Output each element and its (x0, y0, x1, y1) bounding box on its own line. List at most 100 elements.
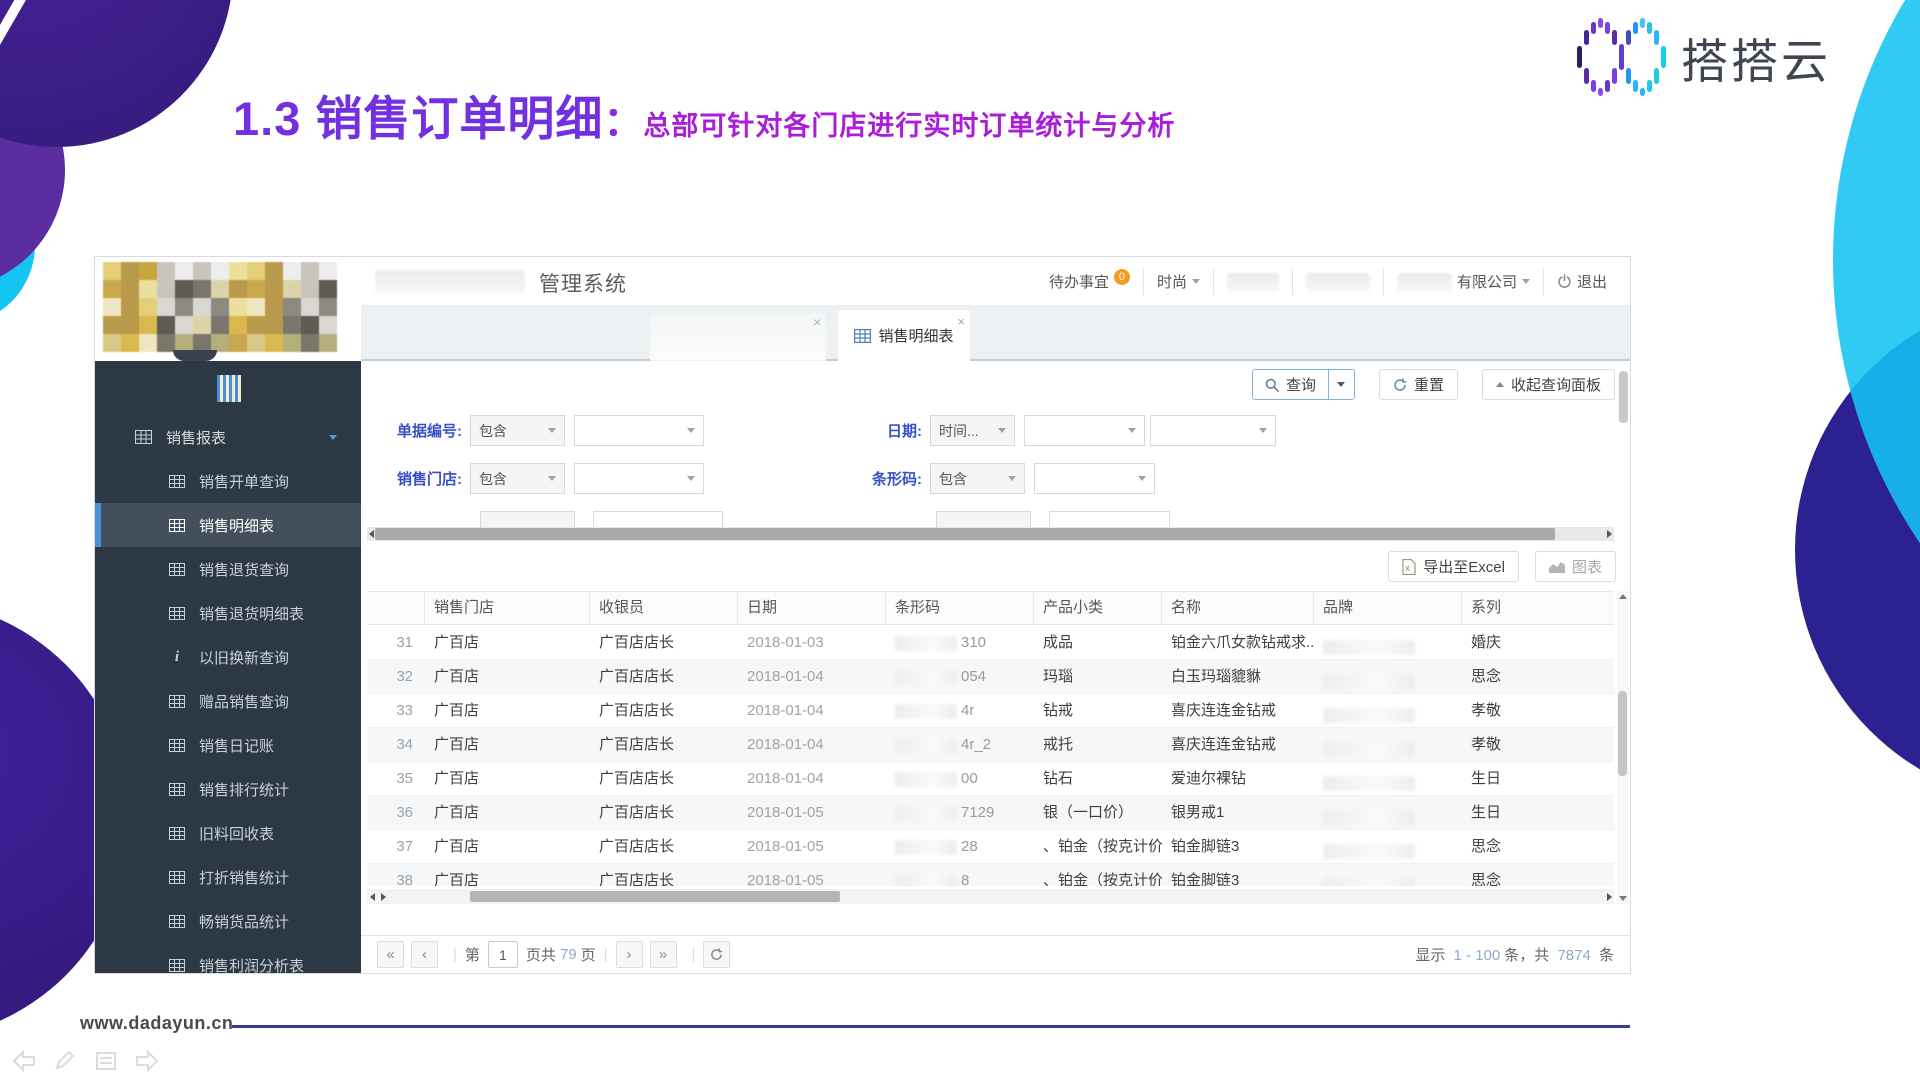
col-header-category[interactable]: 产品小类 (1034, 592, 1162, 624)
sidebar-item[interactable]: 销售利润分析表 (95, 943, 361, 973)
censored-menu-item-2[interactable] (1293, 273, 1383, 291)
sidebar-item[interactable]: 销售排行统计 (95, 767, 361, 811)
logout-button[interactable]: 退出 (1544, 271, 1620, 292)
query-horizontal-scrollbar[interactable] (367, 527, 1614, 541)
scroll-down-icon[interactable] (1619, 896, 1627, 901)
date-to-combo[interactable] (1150, 415, 1276, 446)
sidebar-group-sales-reports[interactable]: 销售报表 (95, 415, 361, 459)
table-row[interactable]: 32 广百店 广百店店长 2018-01-04 054 玛瑙 白玉玛瑙貔貅 思念 (367, 660, 1614, 694)
tab-sales-detail[interactable]: 销售明细表 × (838, 310, 970, 361)
sidebar-item[interactable]: 畅销货品统计 (95, 899, 361, 943)
todo-menu-item[interactable]: 待办事宜 0 (1036, 271, 1143, 292)
divider: | (604, 946, 608, 963)
footer-url: www.dadayun.cn (80, 1013, 233, 1034)
sidebar-item[interactable]: i 以旧换新查询 (95, 635, 361, 679)
grid-horizontal-scrollbar[interactable] (367, 889, 1614, 904)
system-title: 管理系统 (539, 268, 627, 298)
value-combo[interactable] (574, 415, 704, 446)
cell-store: 广百店 (425, 864, 590, 886)
table-grid-icon (169, 563, 185, 576)
cell-store: 广百店 (425, 660, 590, 693)
prev-page-button[interactable]: ‹ (411, 941, 438, 968)
forward-arrow-icon[interactable] (135, 1050, 159, 1072)
next-page-button[interactable]: › (616, 941, 643, 968)
pencil-icon[interactable] (53, 1050, 77, 1072)
table-row[interactable]: 36 广百店 广百店店长 2018-01-05 7129 银（一口价） 银男戒1… (367, 796, 1614, 830)
row-number: 37 (367, 830, 425, 863)
cell-store: 广百店 (425, 694, 590, 727)
value-combo[interactable] (574, 463, 704, 494)
sidebar-item[interactable]: 旧料回收表 (95, 811, 361, 855)
collapse-query-button[interactable]: 收起查询面板 (1482, 369, 1615, 400)
sidebar-item[interactable]: 赠品销售查询 (95, 679, 361, 723)
sidebar-item[interactable]: 销售开单查询 (95, 459, 361, 503)
col-header-date[interactable]: 日期 (738, 592, 886, 624)
company-menu-item[interactable]: 有限公司 (1384, 271, 1543, 292)
scroll-up-icon[interactable] (1619, 594, 1627, 599)
censored-brand (1323, 810, 1415, 825)
reset-button[interactable]: 重置 (1379, 369, 1458, 400)
operator-select[interactable]: 时间... (930, 415, 1015, 446)
list-icon[interactable] (94, 1050, 118, 1072)
table-row[interactable]: 31 广百店 广百店店长 2018-01-03 310 成品 铂金六爪女款钻戒求… (367, 626, 1614, 660)
censored-menu-item-1[interactable] (1214, 273, 1292, 291)
sidebar-item[interactable]: 销售退货明细表 (95, 591, 361, 635)
scrollbar-thumb[interactable] (1618, 691, 1627, 776)
value-combo[interactable] (1034, 463, 1155, 494)
censored-barcode (895, 670, 957, 685)
cell-category: 戒托 (1034, 728, 1162, 761)
chart-button[interactable]: 图表 (1535, 551, 1616, 582)
table-header: 销售门店 收银员 日期 条形码 产品小类 名称 品牌 系列 (367, 591, 1614, 625)
cell-barcode: 4r_2 (886, 728, 1034, 761)
search-dropdown-caret[interactable] (1328, 370, 1354, 399)
refresh-button[interactable] (703, 941, 730, 968)
fashion-menu-item[interactable]: 时尚 (1144, 271, 1213, 292)
sidebar-item-label: 赠品销售查询 (199, 691, 289, 712)
sidebar-item[interactable]: 销售日记账 (95, 723, 361, 767)
sidebar-item[interactable]: 打折销售统计 (95, 855, 361, 899)
export-excel-button[interactable]: x 导出至Excel (1388, 551, 1519, 582)
grid-vertical-scrollbar[interactable] (1617, 591, 1629, 904)
avatar-notch (173, 350, 217, 361)
operator-select[interactable]: 包含 (470, 415, 565, 446)
operator-select[interactable]: 包含 (470, 463, 565, 494)
table-row[interactable]: 38 广百店 广百店店长 2018-01-05 8 、铂金（按克计价） 铂金脚链… (367, 864, 1614, 886)
scrollbar-thumb[interactable] (375, 528, 1555, 540)
sidebar-item[interactable]: 销售退货查询 (95, 547, 361, 591)
cell-date: 2018-01-04 (738, 694, 886, 727)
query-vertical-scrollbar[interactable] (1619, 371, 1628, 423)
search-button[interactable]: 查询 (1252, 369, 1355, 400)
table-grid-icon (169, 695, 185, 708)
page-number-input[interactable] (488, 941, 518, 968)
col-header-brand[interactable]: 品牌 (1314, 592, 1462, 624)
back-arrow-icon[interactable] (12, 1050, 36, 1072)
first-page-button[interactable]: « (377, 941, 404, 968)
date-from-combo[interactable] (1024, 415, 1145, 446)
censored-brand (1323, 776, 1415, 791)
col-header-cashier[interactable]: 收银员 (590, 592, 738, 624)
table-grid-icon (169, 783, 185, 796)
table-row[interactable]: 35 广百店 广百店店长 2018-01-04 00 钻石 爱迪尔裸钻 生日 (367, 762, 1614, 796)
col-header-barcode[interactable]: 条形码 (886, 592, 1034, 624)
close-icon[interactable]: × (813, 314, 821, 330)
field-label: 条形码: (840, 468, 930, 489)
col-header-name[interactable]: 名称 (1162, 592, 1314, 624)
censored-inactive-tab[interactable] (650, 313, 826, 361)
last-page-button[interactable]: » (650, 941, 677, 968)
close-icon[interactable]: × (957, 314, 965, 329)
table-body: 31 广百店 广百店店长 2018-01-03 310 成品 铂金六爪女款钻戒求… (367, 626, 1614, 886)
censored-brand (1323, 878, 1415, 886)
cell-brand (1314, 796, 1462, 829)
table-row[interactable]: 33 广百店 广百店店长 2018-01-04 4r 钻戒 喜庆连连金钻戒 孝敬 (367, 694, 1614, 728)
sidebar-item[interactable]: 销售明细表 (95, 503, 361, 547)
grid-toolbar: x 导出至Excel 图表 (1388, 551, 1616, 582)
table-row[interactable]: 34 广百店 广百店店长 2018-01-04 4r_2 戒托 喜庆连连金钻戒 … (367, 728, 1614, 762)
page-label: 第 (465, 944, 480, 965)
table-row[interactable]: 37 广百店 广百店店长 2018-01-05 28 、铂金（按克计价） 铂金脚… (367, 830, 1614, 864)
col-header-store[interactable]: 销售门店 (425, 592, 590, 624)
cell-store: 广百店 (425, 626, 590, 659)
cell-cashier: 广百店店长 (590, 728, 738, 761)
operator-select[interactable]: 包含 (930, 463, 1025, 494)
scrollbar-thumb[interactable] (470, 891, 840, 902)
col-header-series[interactable]: 系列 (1462, 592, 1614, 624)
